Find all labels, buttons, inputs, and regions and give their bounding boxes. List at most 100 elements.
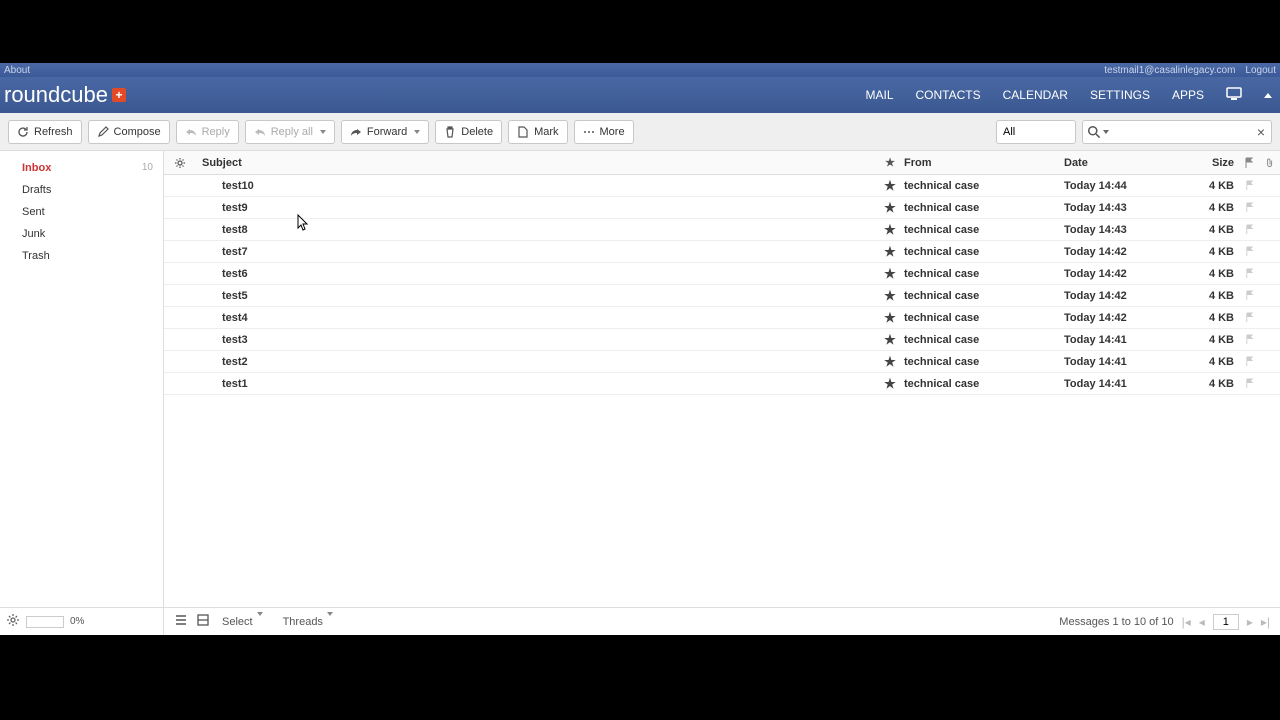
msg-size: 4 KB bbox=[1190, 312, 1238, 324]
column-settings[interactable] bbox=[164, 157, 196, 169]
close-icon[interactable]: × bbox=[1255, 124, 1267, 140]
reply-label: Reply bbox=[202, 126, 230, 138]
logo-text: roundcube bbox=[4, 82, 108, 108]
more-button[interactable]: More bbox=[574, 120, 634, 144]
msg-subject: test8 bbox=[196, 224, 876, 236]
msg-subject: test4 bbox=[196, 312, 876, 324]
message-row[interactable]: test6★technical caseToday 14:424 KB bbox=[164, 263, 1280, 285]
msg-subject: test9 bbox=[196, 202, 876, 214]
message-row[interactable]: test8★technical caseToday 14:434 KB bbox=[164, 219, 1280, 241]
search-input[interactable] bbox=[1113, 126, 1255, 138]
delete-icon bbox=[444, 126, 456, 138]
quota-text: 0% bbox=[70, 616, 84, 627]
gear-icon[interactable] bbox=[6, 613, 20, 630]
flag-icon[interactable] bbox=[1238, 356, 1260, 367]
flag-icon[interactable] bbox=[1238, 202, 1260, 213]
search-icon[interactable] bbox=[1087, 125, 1101, 139]
column-attachment[interactable] bbox=[1260, 157, 1280, 169]
column-flag[interactable] bbox=[1238, 157, 1260, 169]
column-size[interactable]: Size bbox=[1190, 157, 1238, 169]
star-icon[interactable]: ★ bbox=[876, 178, 904, 194]
nav-calendar[interactable]: CALENDAR bbox=[1003, 88, 1068, 102]
msg-size: 4 KB bbox=[1190, 290, 1238, 302]
flag-icon[interactable] bbox=[1238, 334, 1260, 345]
flag-icon[interactable] bbox=[1238, 224, 1260, 235]
column-date[interactable]: Date bbox=[1064, 157, 1190, 169]
message-row[interactable]: test10★technical caseToday 14:444 KB bbox=[164, 175, 1280, 197]
star-icon[interactable]: ★ bbox=[876, 288, 904, 304]
delete-button[interactable]: Delete bbox=[435, 120, 502, 144]
list-footer: Select Threads Messages 1 to 10 of 10 |◂… bbox=[164, 607, 1280, 635]
message-row[interactable]: test7★technical caseToday 14:424 KB bbox=[164, 241, 1280, 263]
star-icon[interactable]: ★ bbox=[876, 200, 904, 216]
message-row[interactable]: test5★technical caseToday 14:424 KB bbox=[164, 285, 1280, 307]
refresh-label: Refresh bbox=[34, 126, 73, 138]
chevron-down-icon[interactable] bbox=[1103, 130, 1109, 134]
threads-menu[interactable]: Threads bbox=[283, 616, 333, 628]
message-row[interactable]: test1★technical caseToday 14:414 KB bbox=[164, 373, 1280, 395]
refresh-button[interactable]: Refresh bbox=[8, 120, 82, 144]
flag-icon[interactable] bbox=[1238, 290, 1260, 301]
star-icon[interactable]: ★ bbox=[876, 354, 904, 370]
logout-link[interactable]: Logout bbox=[1245, 65, 1276, 76]
header: roundcube + MAIL CONTACTS CALENDAR SETTI… bbox=[0, 77, 1280, 113]
flag-icon[interactable] bbox=[1238, 180, 1260, 191]
msg-date: Today 14:42 bbox=[1064, 268, 1190, 280]
compose-button[interactable]: Compose bbox=[88, 120, 170, 144]
message-row[interactable]: test2★technical caseToday 14:414 KB bbox=[164, 351, 1280, 373]
folder-drafts[interactable]: Drafts bbox=[0, 179, 163, 201]
message-row[interactable]: test3★technical caseToday 14:414 KB bbox=[164, 329, 1280, 351]
about-link[interactable]: About bbox=[4, 65, 30, 76]
mark-label: Mark bbox=[534, 126, 558, 138]
nav-mail[interactable]: MAIL bbox=[865, 88, 893, 102]
msg-from: technical case bbox=[904, 290, 1064, 302]
msg-date: Today 14:42 bbox=[1064, 290, 1190, 302]
logo: roundcube + bbox=[0, 82, 126, 108]
msg-date: Today 14:43 bbox=[1064, 202, 1190, 214]
message-list-header: Subject ★ From Date Size bbox=[164, 151, 1280, 175]
next-page-button[interactable]: ▸ bbox=[1247, 615, 1253, 629]
page-input[interactable] bbox=[1213, 614, 1239, 630]
message-row[interactable]: test9★technical caseToday 14:434 KB bbox=[164, 197, 1280, 219]
msg-from: technical case bbox=[904, 224, 1064, 236]
flag-icon[interactable] bbox=[1238, 246, 1260, 257]
list-mode-icon[interactable] bbox=[174, 613, 188, 630]
star-icon[interactable]: ★ bbox=[876, 244, 904, 260]
column-subject[interactable]: Subject bbox=[196, 157, 876, 169]
mark-button[interactable]: Mark bbox=[508, 120, 567, 144]
msg-size: 4 KB bbox=[1190, 224, 1238, 236]
last-page-button[interactable]: ▸| bbox=[1261, 615, 1270, 629]
folder-inbox[interactable]: Inbox10 bbox=[0, 157, 163, 179]
select-menu[interactable]: Select bbox=[222, 616, 263, 628]
monitor-icon[interactable] bbox=[1226, 87, 1242, 104]
msg-from: technical case bbox=[904, 268, 1064, 280]
folder-junk[interactable]: Junk bbox=[0, 223, 163, 245]
message-row[interactable]: test4★technical caseToday 14:424 KB bbox=[164, 307, 1280, 329]
reply-button[interactable]: Reply bbox=[176, 120, 239, 144]
filter-select[interactable]: All bbox=[996, 120, 1076, 144]
star-icon[interactable]: ★ bbox=[876, 222, 904, 238]
star-icon[interactable]: ★ bbox=[876, 310, 904, 326]
folder-label: Inbox bbox=[22, 162, 51, 174]
message-list: Subject ★ From Date Size test10★technica… bbox=[164, 151, 1280, 635]
folder-trash[interactable]: Trash bbox=[0, 245, 163, 267]
star-icon[interactable]: ★ bbox=[876, 266, 904, 282]
star-icon[interactable]: ★ bbox=[876, 376, 904, 392]
flag-icon[interactable] bbox=[1238, 268, 1260, 279]
nav-settings[interactable]: SETTINGS bbox=[1090, 88, 1150, 102]
arrow-up-icon[interactable] bbox=[1264, 93, 1272, 98]
column-from[interactable]: From bbox=[904, 157, 1064, 169]
flag-icon[interactable] bbox=[1238, 378, 1260, 389]
msg-size: 4 KB bbox=[1190, 180, 1238, 192]
first-page-button[interactable]: |◂ bbox=[1182, 615, 1191, 629]
forward-button[interactable]: Forward bbox=[341, 120, 429, 144]
flag-icon[interactable] bbox=[1238, 312, 1260, 323]
prev-page-button[interactable]: ◂ bbox=[1199, 615, 1205, 629]
replyall-button[interactable]: Reply all bbox=[245, 120, 335, 144]
folder-sent[interactable]: Sent bbox=[0, 201, 163, 223]
nav-apps[interactable]: APPS bbox=[1172, 88, 1204, 102]
column-star[interactable]: ★ bbox=[876, 156, 904, 169]
preview-mode-icon[interactable] bbox=[196, 613, 210, 630]
star-icon[interactable]: ★ bbox=[876, 332, 904, 348]
nav-contacts[interactable]: CONTACTS bbox=[916, 88, 981, 102]
